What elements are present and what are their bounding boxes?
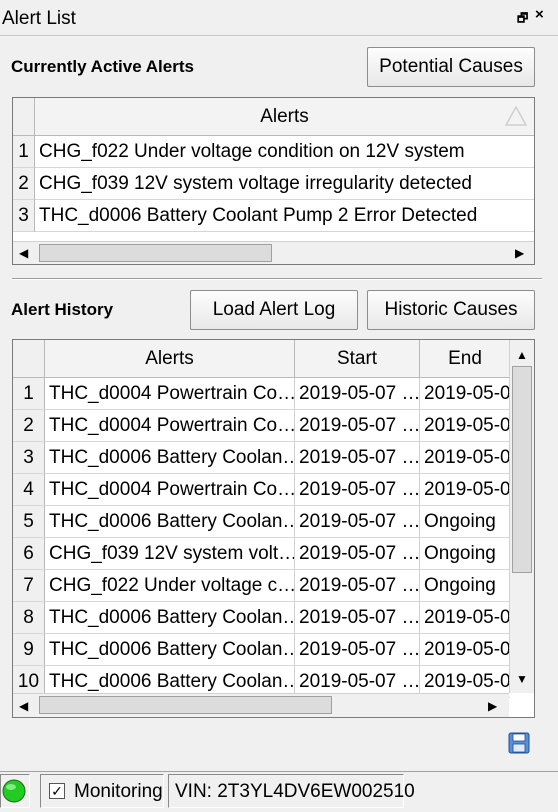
end-cell[interactable]: Ongoing xyxy=(420,538,510,570)
history-vscrollbar[interactable]: ▲ ▼ xyxy=(509,340,534,693)
start-cell[interactable]: 2019-05-07 … xyxy=(295,570,420,602)
row-number: 1 xyxy=(13,136,35,168)
scroll-right-icon[interactable]: ▶ xyxy=(515,246,524,260)
active-hscrollbar[interactable]: ◀ ▶ xyxy=(13,241,534,264)
row-number: 3 xyxy=(13,442,45,474)
column-header-alerts[interactable]: Alerts xyxy=(35,98,534,135)
section-divider xyxy=(12,278,542,280)
alert-cell[interactable]: THC_d0004 Powertrain Co… xyxy=(45,474,295,506)
active-alerts-label: Currently Active Alerts xyxy=(11,57,194,76)
history-hscrollbar[interactable]: ◀ ▶ xyxy=(13,693,509,717)
monitoring-frame: ✓ Monitoring xyxy=(40,774,164,808)
close-icon[interactable]: × xyxy=(535,6,544,23)
start-cell[interactable]: 2019-05-07 … xyxy=(295,634,420,666)
status-bar: ✓ Monitoring VIN: 2T3YL4DV6EW002510 xyxy=(0,771,558,809)
monitoring-label: Monitoring xyxy=(74,781,163,802)
load-alert-log-button[interactable]: Load Alert Log xyxy=(190,290,358,330)
start-cell[interactable]: 2019-05-07 … xyxy=(295,538,420,570)
column-header-end[interactable]: End xyxy=(420,340,510,377)
row-number-header xyxy=(13,98,35,135)
row-number: 3 xyxy=(13,200,35,232)
vin-text: VIN: 2T3YL4DV6EW002510 xyxy=(175,781,415,802)
window-title: Alert List xyxy=(2,8,76,29)
table-row[interactable]: 6 CHG_f039 12V system volt… 2019-05-07 … On… xyxy=(13,538,510,570)
active-hscroll-thumb[interactable] xyxy=(39,244,272,262)
row-number: 7 xyxy=(13,570,45,602)
start-cell[interactable]: 2019-05-07 … xyxy=(295,410,420,442)
active-alerts-table: Alerts 1 CHG_f022 Under voltage condition… xyxy=(12,97,535,265)
scroll-left-icon[interactable]: ◀ xyxy=(19,246,28,260)
scroll-up-icon[interactable]: ▲ xyxy=(516,348,528,362)
end-cell[interactable]: Ongoing xyxy=(420,570,510,602)
end-cell[interactable]: 2019-05-07 xyxy=(420,602,510,634)
alert-cell[interactable]: THC_d0004 Powertrain Co… xyxy=(45,410,295,442)
active-alerts-header: Alerts xyxy=(13,98,534,136)
end-cell[interactable]: 2019-05-07 xyxy=(420,474,510,506)
alert-history-table: Alerts Start End 1 THC_d0004 Powertrain C… xyxy=(12,339,535,718)
alert-cell[interactable]: CHG_f039 12V system voltage irregularity… xyxy=(35,168,534,200)
column-header-start[interactable]: Start xyxy=(295,340,420,377)
monitoring-checkbox[interactable]: ✓ xyxy=(49,783,65,799)
status-indicator-frame xyxy=(0,774,30,808)
row-number-header xyxy=(13,340,45,377)
table-row[interactable]: 3 THC_d0006 Battery Coolant Pump 2 Error … xyxy=(13,200,534,232)
history-header: Alerts Start End xyxy=(13,340,534,378)
history-hscroll-thumb[interactable] xyxy=(39,696,332,714)
table-row[interactable]: 3 THC_d0006 Battery Coolan… 2019-05-07 … 20… xyxy=(13,442,510,474)
table-row[interactable]: 7 CHG_f022 Under voltage c… 2019-05-07 … On… xyxy=(13,570,510,602)
end-cell[interactable]: Ongoing xyxy=(420,506,510,538)
table-row[interactable]: 1 THC_d0004 Powertrain Co… 2019-05-07 … 201… xyxy=(13,378,510,410)
potential-causes-button[interactable]: Potential Causes xyxy=(367,47,535,87)
history-vscroll-thumb[interactable] xyxy=(512,366,532,573)
row-number: 5 xyxy=(13,506,45,538)
save-icon[interactable] xyxy=(508,732,530,754)
row-number: 6 xyxy=(13,538,45,570)
row-number: 2 xyxy=(13,168,35,200)
table-row[interactable]: 8 THC_d0006 Battery Coolan… 2019-05-07 … 20… xyxy=(13,602,510,634)
start-cell[interactable]: 2019-05-07 … xyxy=(295,442,420,474)
table-row[interactable]: 4 THC_d0004 Powertrain Co… 2019-05-07 … 201… xyxy=(13,474,510,506)
historic-causes-button[interactable]: Historic Causes xyxy=(367,290,535,330)
alert-cell[interactable]: THC_d0006 Battery Coolan… xyxy=(45,506,295,538)
end-cell[interactable]: 2019-05-07 xyxy=(420,410,510,442)
alert-cell[interactable]: THC_d0006 Battery Coolan… xyxy=(45,442,295,474)
status-light-icon xyxy=(2,779,26,803)
restore-icon[interactable]: 🗗 xyxy=(517,9,528,30)
sort-triangle-icon xyxy=(504,105,528,126)
start-cell[interactable]: 2019-05-07 … xyxy=(295,378,420,410)
start-cell[interactable]: 2019-05-07 … xyxy=(295,474,420,506)
table-row[interactable]: 1 CHG_f022 Under voltage condition on 12V… xyxy=(13,136,534,168)
alert-cell[interactable]: THC_d0006 Battery Coolant Pump 2 Error D… xyxy=(35,200,534,232)
vin-frame: VIN: 2T3YL4DV6EW002510 xyxy=(168,774,415,808)
table-row[interactable]: 5 THC_d0006 Battery Coolan… 2019-05-07 … On… xyxy=(13,506,510,538)
end-cell[interactable]: 2019-05-07 xyxy=(420,378,510,410)
alert-history-label: Alert History xyxy=(11,300,114,319)
row-number: 2 xyxy=(13,410,45,442)
end-cell[interactable]: 2019-05-07 xyxy=(420,634,510,666)
alert-cell[interactable]: CHG_f022 Under voltage c… xyxy=(45,570,295,602)
start-cell[interactable]: 2019-05-07 … xyxy=(295,602,420,634)
scroll-down-icon[interactable]: ▼ xyxy=(516,672,528,686)
row-number: 9 xyxy=(13,634,45,666)
column-header-alerts[interactable]: Alerts xyxy=(45,340,295,377)
table-row[interactable]: 9 THC_d0006 Battery Coolan… 2019-05-07 … 20… xyxy=(13,634,510,666)
row-number: 1 xyxy=(13,378,45,410)
end-cell[interactable]: 2019-05-07 xyxy=(420,442,510,474)
alert-cell[interactable]: CHG_f039 12V system volt… xyxy=(45,538,295,570)
scroll-left-icon[interactable]: ◀ xyxy=(19,699,28,713)
row-number: 4 xyxy=(13,474,45,506)
table-row[interactable]: 2 THC_d0004 Powertrain Co… 2019-05-07 … 201… xyxy=(13,410,510,442)
alert-cell[interactable]: THC_d0006 Battery Coolan… xyxy=(45,602,295,634)
alert-cell[interactable]: THC_d0004 Powertrain Co… xyxy=(45,378,295,410)
table-row[interactable]: 2 CHG_f039 12V system voltage irregularit… xyxy=(13,168,534,200)
alert-cell[interactable]: CHG_f022 Under voltage condition on 12V … xyxy=(35,136,534,168)
scroll-right-icon[interactable]: ▶ xyxy=(488,699,497,713)
alert-cell[interactable]: THC_d0006 Battery Coolan… xyxy=(45,634,295,666)
title-bar: Alert List 🗗 × xyxy=(0,0,558,36)
start-cell[interactable]: 2019-05-07 … xyxy=(295,506,420,538)
row-number: 8 xyxy=(13,602,45,634)
